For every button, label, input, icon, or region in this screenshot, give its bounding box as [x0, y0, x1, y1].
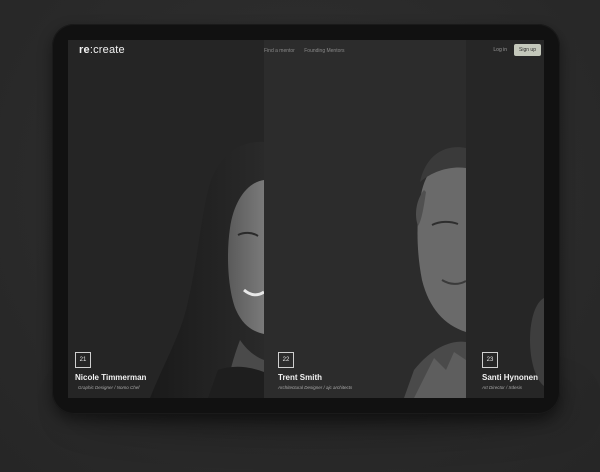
- brand-logo[interactable]: re:create: [79, 44, 125, 56]
- login-link[interactable]: Log in: [493, 47, 507, 53]
- mentor-role: Graphic Designer / Nomo Chef: [78, 385, 140, 390]
- mentor-role: Architectural Designer / ajc architects: [278, 385, 353, 390]
- mentor-name[interactable]: Trent Smith: [278, 373, 322, 382]
- mentor-photo: [530, 298, 544, 386]
- mentor-role: Art Director / Xdesis: [482, 385, 523, 390]
- tablet-device: 21 Nicole Timmerman Graphic Designer / N…: [52, 24, 560, 414]
- signup-button[interactable]: Sign up: [514, 44, 541, 56]
- mentor-name[interactable]: Santi Hynonen: [482, 373, 538, 382]
- stage: 21 Nicole Timmerman Graphic Designer / N…: [0, 0, 600, 472]
- nav-links: Find a mentor Founding Mentors: [264, 48, 353, 54]
- logo-rest: :create: [89, 44, 125, 56]
- mentor-photo: [404, 147, 466, 398]
- top-nav: re:create Find a mentor Founding Mentors…: [68, 40, 544, 62]
- mentor-name[interactable]: Nicole Timmerman: [75, 373, 146, 382]
- logo-bold: re: [79, 44, 90, 56]
- nav-auth: Log in Sign up: [493, 44, 541, 56]
- mentor-card-santi[interactable]: 23 Santi Hynonen Art Director / Xdesis: [466, 40, 544, 398]
- mentor-photo: [150, 141, 264, 398]
- mentor-number: 22: [278, 352, 294, 368]
- mentor-card-trent[interactable]: 22 Trent Smith Architectural Designer / …: [264, 40, 466, 398]
- mentor-number: 23: [482, 352, 498, 368]
- mentor-number: 21: [75, 352, 91, 368]
- mentor-card-nicole[interactable]: 21 Nicole Timmerman Graphic Designer / N…: [68, 40, 264, 398]
- nav-link-find-mentor[interactable]: Find a mentor: [264, 48, 295, 54]
- app-screen: 21 Nicole Timmerman Graphic Designer / N…: [68, 40, 544, 398]
- nav-link-founding-mentors[interactable]: Founding Mentors: [304, 48, 344, 54]
